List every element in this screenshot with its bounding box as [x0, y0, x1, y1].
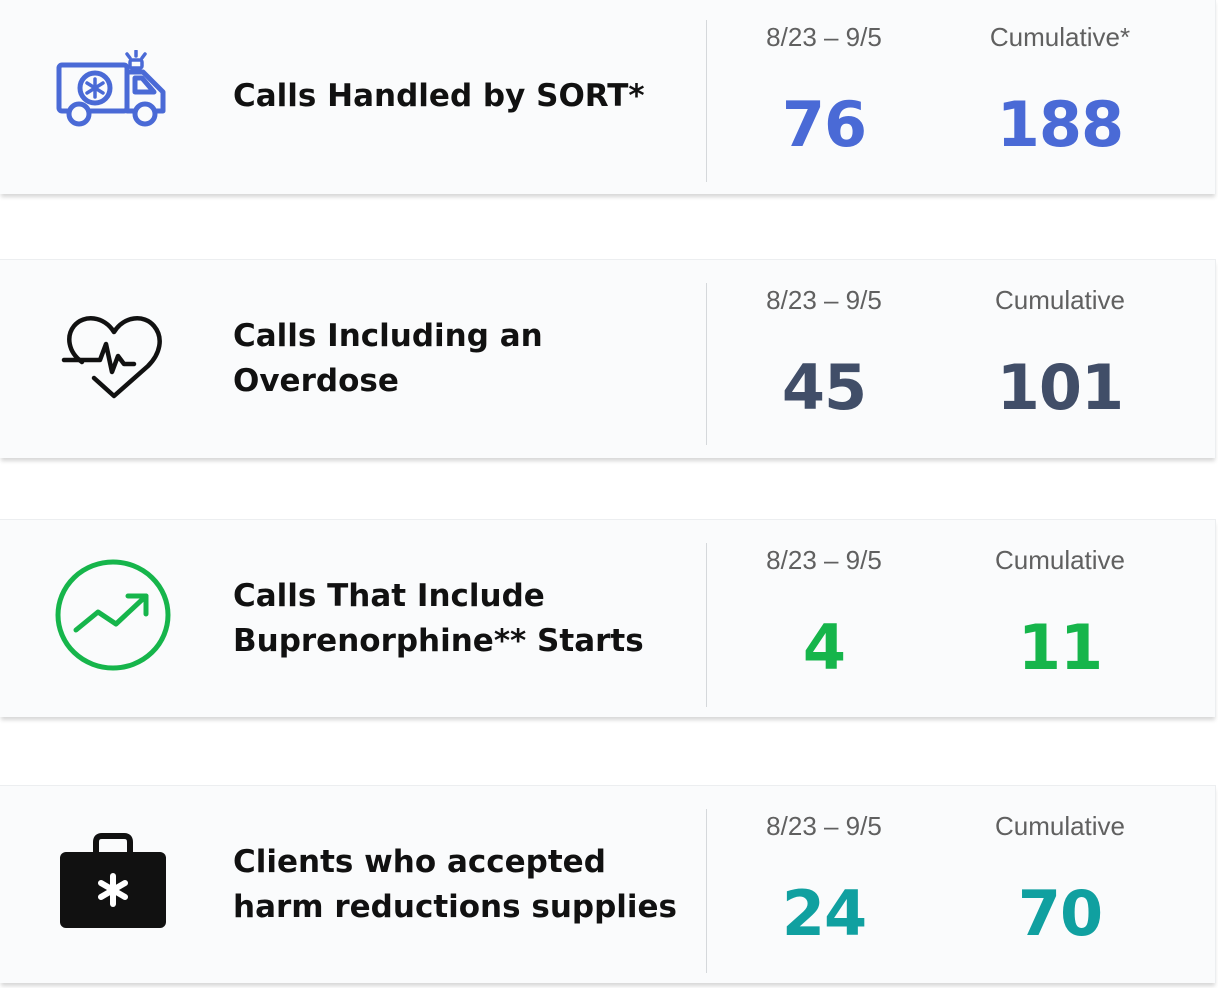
stats-panel: Calls Handled by SORT* 8/23 – 9/5 Cumula…: [0, 0, 1218, 988]
stat-label-calls-handled: Calls Handled by SORT*: [233, 74, 645, 119]
stat-label-line: Overdose: [233, 363, 399, 399]
cumulative-value: 101: [996, 351, 1124, 424]
period-value: 76: [781, 88, 867, 161]
medical-kit-icon: [58, 832, 168, 930]
cumulative-header: Cumulative: [994, 285, 1126, 315]
period-header: 8/23 – 9/5: [766, 285, 882, 315]
stat-label-overdose-calls: Calls Including an Overdose: [233, 314, 543, 404]
cumulative-value: 188: [996, 88, 1124, 161]
cumulative-value: 70: [1017, 877, 1103, 950]
period-value: 24: [781, 877, 867, 950]
stat-label-line: Calls That Include: [233, 578, 545, 614]
period-value: 4: [802, 611, 846, 684]
period-header: 8/23 – 9/5: [766, 22, 882, 52]
heartbeat-icon: [60, 314, 168, 400]
period-value: 45: [781, 351, 867, 424]
stat-label-line: harm reductions supplies: [233, 889, 678, 925]
period-header: 8/23 – 9/5: [766, 811, 882, 841]
ambulance-icon: [55, 50, 171, 128]
cumulative-header: Cumulative: [994, 545, 1126, 575]
stat-label-harm-reduction: Clients who accepted harm reductions sup…: [233, 840, 677, 930]
cumulative-header: Cumulative*: [989, 22, 1131, 52]
stat-label-line: Calls Handled by SORT*: [233, 78, 645, 114]
stat-label-line: Calls Including an: [233, 318, 543, 354]
stat-label-buprenorphine-starts: Calls That Include Buprenorphine** Start…: [233, 574, 644, 664]
trend-up-icon: [54, 558, 172, 672]
stat-label-line: Clients who accepted: [233, 844, 606, 880]
period-header: 8/23 – 9/5: [766, 545, 882, 575]
cumulative-value: 11: [1017, 611, 1103, 684]
cumulative-header: Cumulative: [994, 811, 1126, 841]
stat-label-line: Buprenorphine** Starts: [233, 623, 644, 659]
